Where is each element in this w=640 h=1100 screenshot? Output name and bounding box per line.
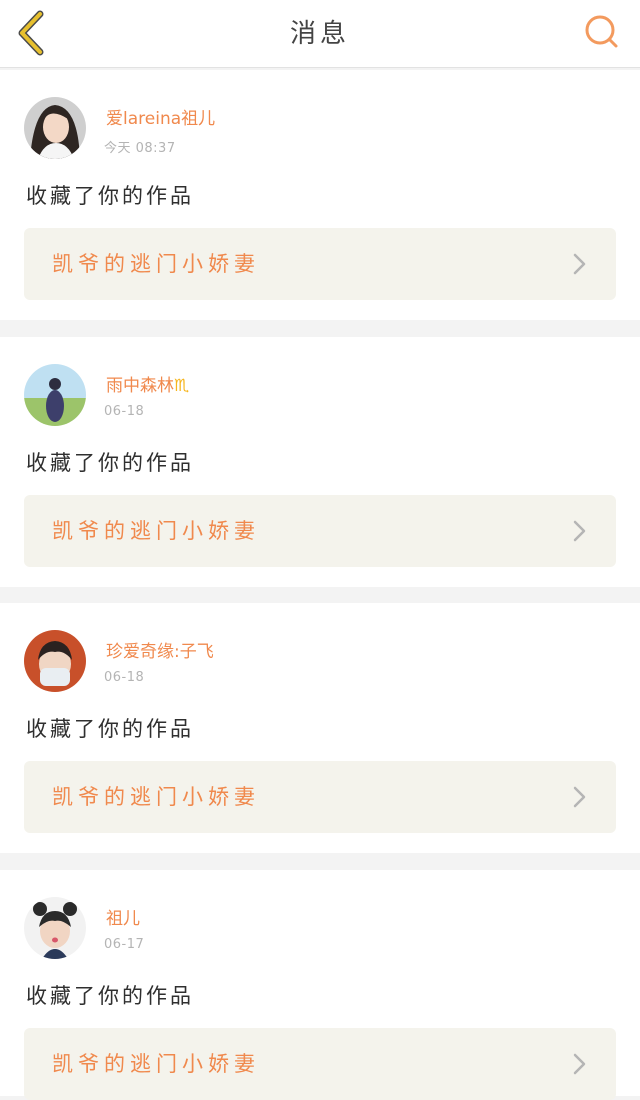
chevron-right-icon	[573, 1053, 586, 1075]
chevron-right-icon	[573, 253, 586, 275]
user-name[interactable]: 祖儿	[106, 904, 140, 929]
search-icon	[585, 15, 618, 48]
avatar[interactable]	[24, 630, 86, 692]
work-title: 凯爷的逃门小娇妻	[52, 785, 260, 809]
avatar-image	[24, 630, 86, 692]
work-link[interactable]: 凯爷的逃门小娇妻	[24, 495, 616, 567]
avatar-image	[24, 897, 86, 959]
top-bar: 消息	[0, 0, 640, 68]
search-button[interactable]	[582, 12, 622, 52]
action-text: 收藏了你的作品	[26, 451, 194, 475]
message-card: 珍爱奇缘:子飞 06-18 收藏了你的作品 凯爷的逃门小娇妻	[0, 603, 640, 853]
avatar[interactable]	[24, 97, 86, 159]
work-title: 凯爷的逃门小娇妻	[52, 252, 260, 276]
avatar[interactable]	[24, 897, 86, 959]
work-title: 凯爷的逃门小娇妻	[52, 519, 260, 543]
work-link[interactable]: 凯爷的逃门小娇妻	[24, 761, 616, 833]
avatar-image	[24, 364, 86, 426]
message-card: 雨中森林♏ 06-18 收藏了你的作品 凯爷的逃门小娇妻	[0, 337, 640, 587]
timestamp: 06-18	[104, 404, 145, 419]
user-name-row[interactable]: 雨中森林♏	[106, 371, 189, 396]
action-text: 收藏了你的作品	[26, 184, 194, 208]
message-card: 爱lareina祖儿 今天 08:37 收藏了你的作品 凯爷的逃门小娇妻	[0, 70, 640, 320]
work-link[interactable]: 凯爷的逃门小娇妻	[24, 228, 616, 300]
chevron-right-icon	[573, 520, 586, 542]
user-name: 雨中森林	[106, 376, 174, 396]
timestamp: 06-18	[104, 670, 145, 685]
user-name[interactable]: 珍爱奇缘:子飞	[106, 637, 214, 662]
action-text: 收藏了你的作品	[26, 717, 194, 741]
page-title: 消息	[289, 19, 350, 49]
timestamp: 06-17	[104, 937, 145, 952]
scorpio-badge-icon: ♏	[174, 376, 190, 396]
message-card: 祖儿 06-17 收藏了你的作品 凯爷的逃门小娇妻	[0, 870, 640, 1100]
user-name[interactable]: 爱lareina祖儿	[106, 104, 215, 129]
avatar-image	[24, 97, 86, 159]
timestamp: 今天 08:37	[104, 141, 176, 156]
avatar[interactable]	[24, 364, 86, 426]
chevron-right-icon	[573, 786, 586, 808]
action-text: 收藏了你的作品	[26, 984, 194, 1008]
work-title: 凯爷的逃门小娇妻	[52, 1052, 260, 1076]
work-link[interactable]: 凯爷的逃门小娇妻	[24, 1028, 616, 1100]
